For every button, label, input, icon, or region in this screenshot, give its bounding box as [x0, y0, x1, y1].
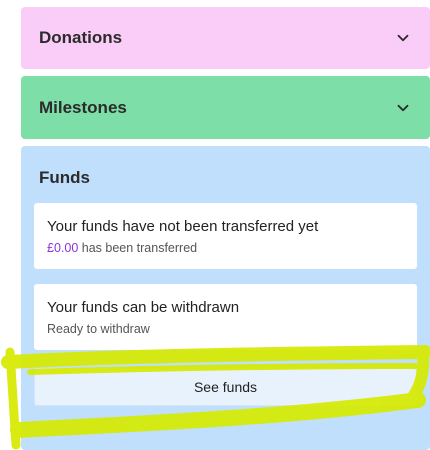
transfer-status-detail: £0.00 has been transferred [47, 241, 417, 255]
donations-title: Donations [39, 28, 123, 47]
withdraw-status-card: Your funds can be withdrawn Ready to wit… [34, 284, 417, 350]
withdraw-status-heading: Your funds can be withdrawn [47, 299, 240, 316]
donations-accordion[interactable]: Donations [21, 7, 430, 69]
transfer-status-heading: Your funds have not been transferred yet [47, 218, 319, 235]
transfer-status-card: Your funds have not been transferred yet… [34, 203, 417, 269]
milestones-accordion[interactable]: Milestones [21, 76, 430, 139]
funds-title: Funds [39, 168, 90, 187]
funds-panel: Funds Your funds have not been transferr… [21, 146, 430, 450]
withdraw-status-label: Ready to withdraw [47, 322, 150, 336]
highlight-stroke-left [5, 347, 21, 450]
milestones-title: Milestones [39, 97, 127, 117]
chevron-down-icon [397, 104, 409, 111]
see-funds-button[interactable]: See funds [34, 368, 417, 406]
transferred-amount: £0.00 [47, 241, 79, 255]
chevron-down-icon [397, 34, 409, 42]
transferred-suffix: has been transferred [78, 241, 198, 255]
